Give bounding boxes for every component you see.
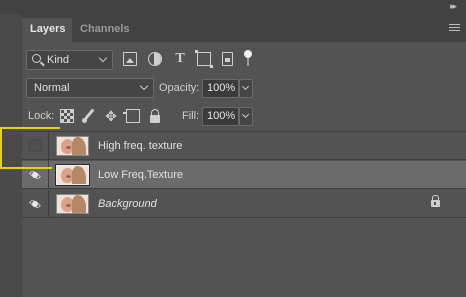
opacity-label: Opacity:	[159, 82, 200, 94]
tab-channels[interactable]: Channels	[72, 18, 138, 42]
layer-row-background[interactable]: Background	[22, 190, 466, 218]
lock-label: Lock:	[28, 110, 55, 122]
lock-position-icon[interactable]: ✥	[104, 109, 118, 123]
divider	[48, 132, 49, 160]
filter-kind-label: Kind	[47, 54, 70, 66]
eye-icon[interactable]	[27, 167, 43, 183]
lock-row: Lock: ✥ Fill: 100%	[22, 104, 466, 128]
blend-row: Normal Opacity: 100%	[22, 76, 466, 100]
blend-mode-select[interactable]: Normal	[26, 78, 154, 98]
layers-panel: Layers Channels Kind T Normal Opacity: 1…	[22, 14, 466, 297]
annotation-line	[0, 127, 2, 169]
adjustment-filter-icon[interactable]	[148, 52, 162, 66]
lock-transparent-pixels-icon[interactable]	[60, 109, 74, 123]
collapse-panels-icon[interactable]: ▸▸	[450, 2, 460, 11]
lock-artboard-icon[interactable]	[123, 109, 140, 123]
lock-all-icon[interactable]	[150, 109, 160, 123]
visibility-toggle-hidden[interactable]	[29, 139, 42, 152]
lock-icon[interactable]	[431, 195, 440, 207]
shape-filter-icon[interactable]	[195, 50, 213, 68]
annotation-line	[0, 167, 52, 169]
annotation-line	[0, 127, 60, 129]
panel-tab-bar: Layers Channels	[22, 14, 466, 42]
chevron-down-icon	[139, 81, 149, 91]
layer-thumbnail[interactable]	[56, 136, 89, 156]
filter-kind-select[interactable]: Kind	[26, 50, 113, 70]
layer-filter-row: Kind T	[22, 46, 466, 72]
eye-icon[interactable]	[27, 196, 43, 212]
panel-dock-strip: ▸▸	[0, 0, 466, 14]
layer-thumbnail[interactable]	[55, 164, 90, 186]
layer-row-low-freq[interactable]: Low Freq.Texture	[22, 161, 466, 189]
fill-slider-button[interactable]	[239, 107, 253, 126]
fill-label: Fill:	[182, 110, 200, 122]
lock-image-pixels-icon[interactable]	[82, 109, 96, 123]
fill-input[interactable]: 100%	[202, 107, 239, 126]
panel-menu-icon[interactable]	[449, 24, 460, 32]
chevron-down-icon	[98, 53, 108, 63]
image-filter-icon[interactable]	[123, 52, 137, 66]
opacity-input[interactable]: 100%	[202, 79, 239, 98]
blend-mode-value: Normal	[34, 82, 70, 94]
layer-name[interactable]: High freq. texture	[98, 140, 182, 152]
left-gutter	[0, 14, 22, 297]
search-icon	[32, 54, 41, 63]
filter-toggle-icon[interactable]	[244, 50, 252, 66]
layer-row-high-freq[interactable]: High freq. texture	[22, 132, 466, 160]
layer-thumbnail[interactable]	[56, 194, 89, 214]
smart-object-filter-icon[interactable]	[222, 52, 233, 66]
opacity-slider-button[interactable]	[239, 79, 253, 98]
divider	[48, 161, 49, 189]
tab-layers[interactable]: Layers	[22, 18, 72, 42]
divider	[48, 190, 49, 218]
layer-name[interactable]: Background	[98, 198, 157, 210]
type-filter-icon[interactable]: T	[173, 52, 187, 66]
layer-name[interactable]: Low Freq.Texture	[98, 169, 183, 181]
